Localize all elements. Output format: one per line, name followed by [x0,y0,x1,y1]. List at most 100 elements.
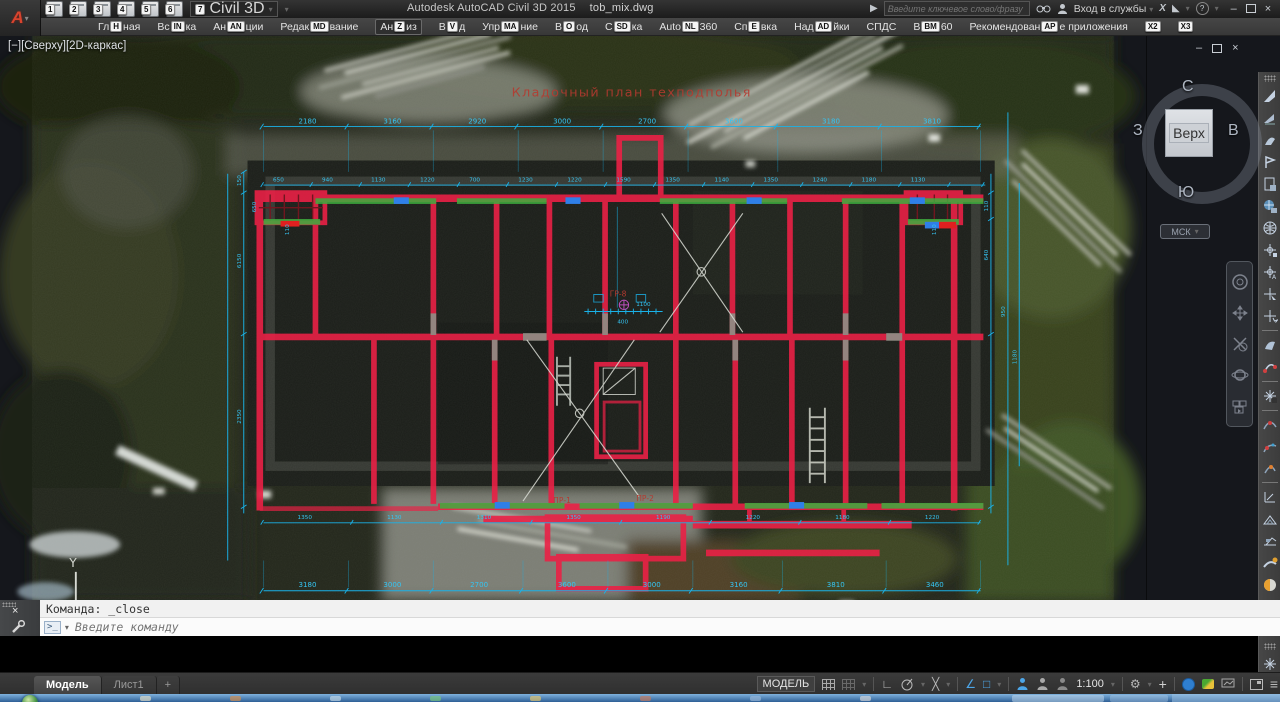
toolbar-grip[interactable] [1264,75,1276,82]
snap-caret-icon[interactable]: ▾ [862,680,866,689]
polar-caret-icon[interactable]: ▾ [921,680,925,689]
tab-output[interactable]: ВOод [555,21,588,33]
snap-grid-icon[interactable] [822,679,835,690]
annotation-scale-value[interactable]: 1:100 [1076,678,1104,690]
tab-featured-apps[interactable]: РекомендованAPе приложения [970,21,1128,33]
tab-analyze[interactable]: АнZиз [375,19,421,35]
scale-caret-icon[interactable]: ▾ [1111,680,1115,689]
exchange-apps-icon[interactable]: X [1159,3,1166,14]
osnap-icon[interactable]: □ [983,673,990,695]
tool-arc-red-icon[interactable] [1262,359,1278,375]
taskbar-tray2[interactable] [1110,695,1168,702]
workspace-gear-icon[interactable]: ⚙ [1130,673,1141,695]
taskbar-app-icon[interactable] [750,696,761,701]
model-paper-toggle[interactable]: МОДЕЛЬ [757,676,816,692]
taskbar-clock-area[interactable] [1172,694,1280,702]
tab-modify[interactable]: РедакMDвание [280,21,358,33]
tool-section-icon[interactable] [1262,511,1278,527]
start-orb-icon[interactable] [22,695,38,702]
dwg-minimize-button[interactable]: – [1196,42,1202,54]
tool-curve3-icon[interactable] [1262,460,1278,476]
osnap-caret-icon[interactable]: ▾ [997,680,1001,689]
tab-survey[interactable]: СSDка [605,21,642,33]
taskbar-app-icon[interactable] [230,696,241,701]
tool-point-a-icon[interactable]: A [1262,264,1278,280]
binoculars-search-icon[interactable] [1036,3,1051,14]
qat-save-button[interactable]: 3 [94,1,111,17]
windows-taskbar-sliver[interactable] [0,694,1280,702]
tool-flag-icon[interactable] [1262,154,1278,170]
taskbar-app-icon[interactable] [430,696,441,701]
workspace-selector[interactable]: 7 Civil 3D ▾ [190,1,278,17]
annotation-monitor-plus-icon[interactable]: + [1159,673,1167,695]
tool-pointer2-icon[interactable] [1262,110,1278,126]
taskbar-app-icon[interactable] [530,696,541,701]
annotation-autoscale-icon[interactable] [1036,677,1049,691]
tab-autodesk360[interactable]: AutoNL360 [659,21,717,33]
dwg-restore-button[interactable] [1212,44,1222,53]
recent-commands-caret-icon[interactable]: ▾ [65,623,69,632]
search-input[interactable] [884,1,1030,16]
qat-undo-button[interactable]: 6 [166,1,183,17]
viewcube-wcs-menu[interactable]: МСК▾ [1160,224,1210,239]
tool-curve1-icon[interactable] [1262,417,1278,433]
tab-addins[interactable]: НадADйки [794,21,849,33]
tool-grading-icon[interactable] [1262,533,1278,549]
tool-curve2-icon[interactable] [1262,439,1278,455]
customization-menu-icon[interactable]: ≡ [1270,673,1278,695]
aerial-photo-canvas[interactable]: 2180 3160 2920 3000 2700 3600 3180 3810 … [0,36,1146,636]
tool-move-star-icon[interactable] [1262,388,1278,404]
tool-point-select-icon[interactable] [1262,286,1278,302]
toolbar-grip2[interactable] [1264,643,1276,650]
taskbar-app-icon[interactable] [330,696,341,701]
taskbar-app-icon[interactable] [140,696,151,701]
tool-paste-icon[interactable] [1262,176,1278,192]
communication-center-icon[interactable]: ◣ [1172,3,1180,14]
app-close-button[interactable]: × [1265,3,1271,15]
annotation-scale-sync-icon[interactable] [1056,677,1069,691]
qat-plot-button[interactable]: 5 [142,1,159,17]
taskbar-tray[interactable] [1012,695,1104,702]
isodraft-icon[interactable]: ╳ [932,673,939,695]
tab-home[interactable]: ГлHная [98,21,140,33]
viewcube-north-label[interactable]: С [1182,78,1194,96]
orbit-icon[interactable] [1231,366,1249,384]
tool-pipe-icon[interactable] [1262,555,1278,571]
qat-open-button[interactable]: 2 [70,1,87,17]
layout-tab-list1[interactable]: Лист1 [102,676,157,694]
isodraft-caret-icon[interactable]: ▾ [946,680,950,689]
osnap-tracking-icon[interactable]: ∠ [965,673,976,695]
command-customize-wrench-icon[interactable] [10,620,26,634]
tool-surface-icon[interactable] [1262,132,1278,148]
command-close-icon[interactable]: × [12,605,18,617]
pan-icon[interactable] [1231,304,1249,322]
tool-profile-icon[interactable] [1262,489,1278,505]
app-restore-button[interactable] [1246,4,1256,13]
tab-help[interactable]: СпEвка [734,21,777,33]
viewcube-west-label[interactable]: З [1133,122,1143,140]
tool-sphere-icon[interactable] [1262,577,1278,593]
navwheel-icon[interactable] [1231,273,1249,291]
tab-manage[interactable]: УпрMAние [482,21,538,33]
qat-new-button[interactable]: 1 [46,1,63,17]
gear-caret-icon[interactable]: ▾ [1148,680,1152,689]
tool-star-bottom-icon[interactable] [1262,656,1278,672]
viewcube-east-label[interactable]: В [1228,122,1239,140]
ortho-mode-icon[interactable]: ∟ [881,673,893,695]
polar-tracking-icon[interactable] [900,677,914,691]
tool-globe-icon[interactable] [1262,198,1278,214]
grid-display-icon[interactable] [842,679,855,690]
tab-annotate[interactable]: АнANции [213,21,263,33]
isolate-objects-icon[interactable] [1202,679,1214,689]
command-input[interactable] [73,619,1177,635]
dwg-close-button[interactable]: × [1232,42,1238,54]
help-icon[interactable]: ? [1196,2,1209,15]
viewcube-top-face[interactable]: Верх [1165,109,1213,157]
zoom-extents-icon[interactable] [1231,335,1249,353]
clean-screen-icon[interactable] [1250,679,1263,690]
app-menu-button[interactable]: A ▾ [0,0,41,36]
taskbar-app-icon[interactable] [640,696,651,701]
tool-pointer-icon[interactable] [1262,88,1278,104]
viewcube-south-label[interactable]: Ю [1178,184,1194,202]
qat-customize-caret-icon[interactable]: ▾ [285,5,289,14]
